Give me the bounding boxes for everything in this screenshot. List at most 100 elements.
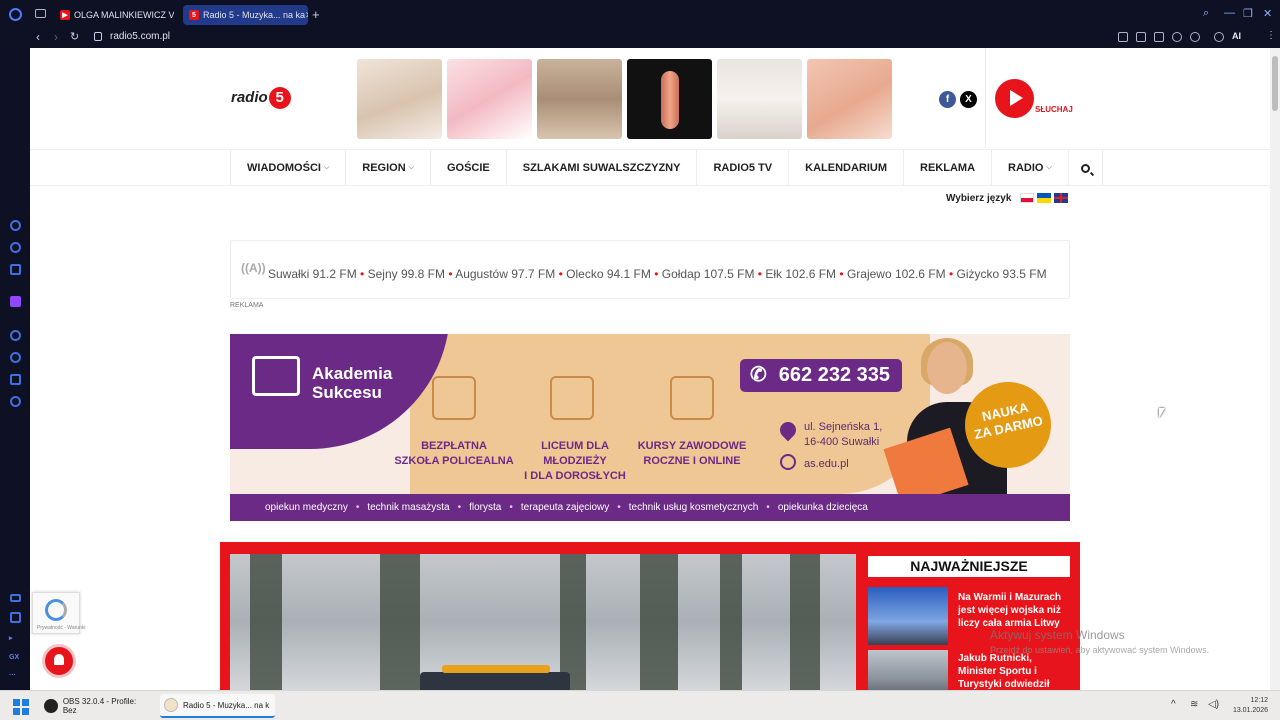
sidebar-app-icon[interactable] <box>10 264 21 275</box>
wifi-icon[interactable]: ≋ <box>1190 699 1198 710</box>
volume-icon[interactable]: ◁) <box>1208 699 1219 710</box>
menu-item-radio[interactable]: RADIO ⌵ <box>992 150 1069 186</box>
gx-icon[interactable]: GX <box>9 654 19 661</box>
book-logo-icon <box>252 356 300 396</box>
web-page: radio 5 f X SŁUCHAJ WIADOMOŚCI ⌵ REGION ⌵ G… <box>30 48 1270 690</box>
search-button[interactable] <box>1069 150 1103 186</box>
ad-image[interactable] <box>537 59 622 139</box>
close-window-icon[interactable]: ✕ <box>1263 7 1272 20</box>
settings-icon[interactable] <box>10 396 21 407</box>
antenna-icon: ((A)) <box>241 261 266 275</box>
search-icon <box>1080 163 1090 173</box>
player-icon[interactable] <box>1172 32 1182 42</box>
menu-item-region[interactable]: REGION ⌵ <box>346 150 431 186</box>
recaptcha-icon <box>45 599 67 621</box>
flag-en-icon[interactable] <box>1054 193 1068 203</box>
news-thumbnail[interactable] <box>868 587 948 645</box>
chevron-down-icon: ⌵ <box>1046 164 1052 171</box>
back-icon[interactable]: ‹ <box>36 30 40 44</box>
heart-icon[interactable] <box>1190 32 1200 42</box>
menu-item-reklama[interactable]: REKLAMA <box>904 150 993 186</box>
windows-activation-subtitle: Przejdź do ustawień, aby aktywować syste… <box>990 645 1210 655</box>
ad-image[interactable] <box>447 59 532 139</box>
windows-activation-title: Aktywuj system Windows <box>990 628 1125 642</box>
shield-icon[interactable] <box>1154 32 1164 42</box>
youtube-icon: ▶ <box>60 10 70 20</box>
system-clock[interactable]: 12:12 13.01.2026 <box>1226 696 1268 716</box>
ad-strip <box>357 59 892 139</box>
search-tabs-icon[interactable]: ⌕ <box>1203 7 1209 20</box>
forward-icon[interactable]: › <box>54 30 58 44</box>
notification-bell-icon[interactable] <box>42 644 76 678</box>
flag-ua-icon[interactable] <box>1037 193 1051 203</box>
menu-icon[interactable]: ⋮ <box>1266 30 1276 41</box>
tab-radio5[interactable]: 5 Radio 5 - Muzyka... na ka ✕ <box>183 5 308 25</box>
flag-pl-icon[interactable] <box>1020 193 1034 203</box>
sidebar-app-icon[interactable] <box>10 220 21 231</box>
twitch-icon[interactable] <box>10 296 21 307</box>
menu-item-kalendarium[interactable]: KALENDARIUM <box>789 150 905 186</box>
tray-chevron-icon[interactable]: ^ <box>1171 699 1176 710</box>
facebook-icon[interactable]: f <box>939 91 956 108</box>
new-tab-button[interactable]: + <box>312 7 320 22</box>
play-icon[interactable] <box>995 79 1034 118</box>
graduation-cap-icon <box>432 376 476 420</box>
lock-icon <box>94 32 102 41</box>
minimize-icon[interactable]: — <box>1224 7 1235 19</box>
menu-item-szlakami[interactable]: SZLAKAMI SUWALSZCZYZNY <box>507 150 698 186</box>
akademia-banner[interactable]: Akademia Sukcesu BEZPŁATNA SZKOŁA POLICE… <box>230 334 1070 521</box>
ad-label: REKLAMA <box>230 302 264 309</box>
divider <box>985 48 986 148</box>
menu-item-wiadomosci[interactable]: WIADOMOŚCI ⌵ <box>231 150 347 186</box>
news-thumbnail[interactable] <box>868 650 948 690</box>
box-icon[interactable] <box>10 374 21 385</box>
news-title-link[interactable]: Jakub Rutnicki, Minister Sportu i Turyst… <box>958 652 1070 690</box>
main-news-photo[interactable] <box>230 554 856 690</box>
sidebar-app-icon[interactable] <box>10 330 21 341</box>
history-icon[interactable] <box>10 352 21 363</box>
chevron-down-icon: ⌵ <box>323 164 330 171</box>
pin-icon[interactable] <box>1118 32 1128 42</box>
url-field[interactable]: radio5.com.pl <box>110 31 170 42</box>
reload-icon[interactable]: ↻ <box>70 30 79 43</box>
listen-button[interactable]: SŁUCHAJ <box>1035 105 1073 114</box>
opera-logo-icon[interactable] <box>9 8 22 21</box>
ad-image[interactable] <box>357 59 442 139</box>
panel-icon[interactable] <box>10 612 21 623</box>
taskbar-app-obs[interactable]: OBS 32.0.4 - Profile: Bez <box>40 694 155 718</box>
language-label: Wybierz język <box>946 193 1012 204</box>
ad-image[interactable] <box>717 59 802 139</box>
windows-start-icon[interactable] <box>13 699 29 715</box>
ad-image[interactable] <box>627 59 712 139</box>
send-icon[interactable]: ▸ <box>9 634 13 642</box>
menu-items: WIADOMOŚCI ⌵ REGION ⌵ GOŚCIE SZLAKAMI SUWA… <box>230 150 1103 186</box>
mouse-cursor-icon <box>1159 408 1165 418</box>
feature-text: KURSY ZAWODOWE ROCZNE I ONLINE <box>637 440 747 467</box>
scrollbar-thumb[interactable] <box>1272 56 1278 111</box>
menu-item-radio5tv[interactable]: RADIO5 TV <box>697 150 790 186</box>
tab-overview-icon[interactable] <box>35 9 46 18</box>
menu-item-goscie[interactable]: GOŚCIE <box>431 150 507 186</box>
recaptcha-badge[interactable]: Prywatność - Warunki <box>32 592 85 634</box>
sidebar-app-icon[interactable] <box>10 242 21 253</box>
course-list: opiekun medyczny • technik masażysta • flo… <box>230 494 1070 521</box>
feature-text: BEZPŁATNA SZKOŁA POLICEALNA <box>394 440 514 467</box>
browser-sidebar: ▸ GX ··· <box>0 48 30 690</box>
x-icon[interactable]: X <box>960 91 977 108</box>
address-bar: ‹ › ↻ radio5.com.pl AI ⋮ <box>0 28 1280 48</box>
news-title-link[interactable]: Na Warmii i Mazurach jest więcej wojska … <box>958 591 1070 630</box>
snapshot-icon[interactable] <box>1136 32 1146 42</box>
page-scrollbar[interactable] <box>1270 48 1280 690</box>
tab-youtube[interactable]: ▶ OLGA MALINKIEWICZ VS <box>54 5 174 25</box>
ai-button[interactable]: AI <box>1232 31 1241 41</box>
restore-icon[interactable]: ❐ <box>1243 7 1253 20</box>
more-icon[interactable]: ··· <box>9 672 16 679</box>
site-logo[interactable]: radio 5 <box>231 87 291 109</box>
wallet-icon[interactable] <box>10 594 21 602</box>
ad-image[interactable] <box>807 59 892 139</box>
snowplow-image <box>420 665 570 690</box>
taskbar-app-browser[interactable]: Radio 5 - Muzyka... na k <box>160 694 275 718</box>
profile-icon[interactable] <box>1214 32 1224 42</box>
close-icon[interactable]: ✕ <box>305 10 308 21</box>
globe-icon <box>780 454 796 470</box>
